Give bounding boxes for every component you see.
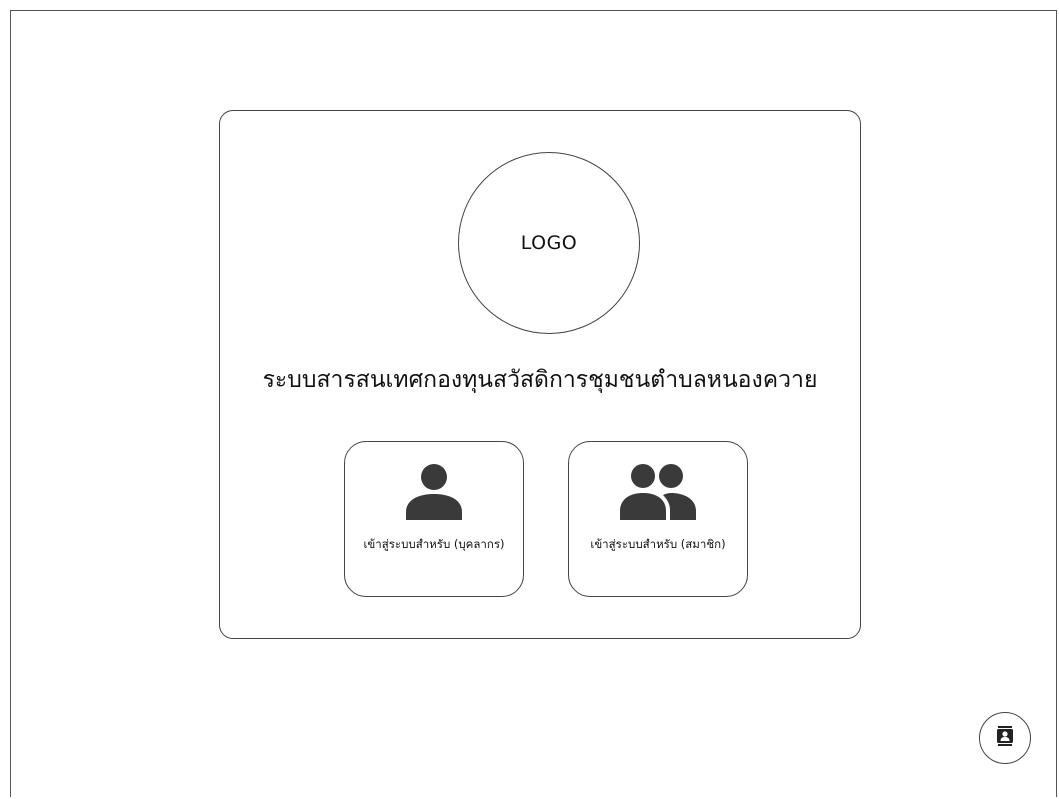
member-login-label: เข้าสู่ระบบสำหรับ (สมาชิก)	[590, 537, 726, 551]
contact-button[interactable]	[979, 712, 1031, 764]
staff-login-label: เข้าสู่ระบบสำหรับ (บุคลากร)	[363, 537, 505, 551]
page-title: ระบบสารสนเทศกองทุนสวัสดิการชุมชนตำบลหนอง…	[262, 367, 818, 393]
logo-text: LOGO	[520, 232, 578, 254]
member-login-button[interactable]: เข้าสู่ระบบสำหรับ (สมาชิก)	[568, 441, 748, 597]
group-icon	[569, 460, 747, 520]
staff-login-button[interactable]: เข้าสู่ระบบสำหรับ (บุคลากร)	[344, 441, 524, 597]
logo: LOGO	[458, 152, 640, 334]
person-icon	[345, 460, 523, 520]
contact-card-icon	[996, 726, 1014, 750]
